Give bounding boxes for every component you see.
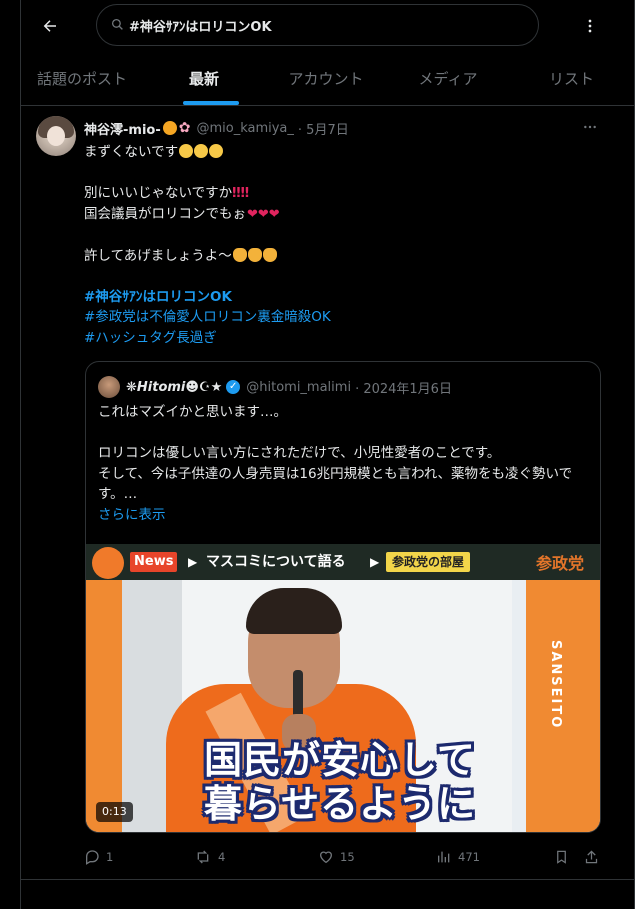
video-duration: 0:13: [96, 802, 133, 822]
reply-count: 1: [106, 850, 114, 864]
quoted-author-name[interactable]: ❋Hitomi☻☪★: [126, 380, 222, 395]
search-tabs: 話題のポスト 最新 アカウント メディア リスト: [21, 52, 634, 106]
tab-media[interactable]: メディア: [387, 52, 509, 105]
like-count: 15: [340, 850, 355, 864]
quoted-line: これはマズイかと思います…。: [98, 404, 287, 420]
views-button[interactable]: 471: [436, 847, 480, 867]
quoted-handle[interactable]: @hitomi_malimi: [246, 380, 351, 395]
bookmark-icon: [557, 850, 566, 864]
tab-latest[interactable]: 最新: [143, 52, 265, 105]
author-name[interactable]: 神谷澪-mio-: [84, 119, 161, 138]
avatar[interactable]: [36, 116, 76, 156]
play-arrow-icon: ▶: [188, 555, 198, 569]
repost-button[interactable]: 4: [194, 847, 225, 867]
relieved-face-icon: [194, 144, 209, 158]
more-horizontal-icon: [584, 125, 596, 129]
news-label: News: [130, 552, 178, 572]
quoted-line: ロリコンは優しい言い方にされただけで、小児性愛者のことです。: [98, 445, 501, 461]
tweet-line-text: 国会議員がロリコンでもぉ: [84, 205, 246, 222]
party-logo: 参政党: [536, 554, 585, 573]
orange-circle-icon: [162, 121, 177, 135]
tweet-date[interactable]: · 5月7日: [298, 119, 349, 138]
arrow-left-icon: [43, 20, 56, 32]
tweet[interactable]: 神谷澪-mio- ✿ @mio_kamiya_ · 5月7日 まずくないです 別…: [21, 106, 634, 879]
show-more-link[interactable]: さらに表示: [98, 507, 166, 523]
quoted-header: ❋Hitomi☻☪★ ✓ @hitomi_malimi · 2024年1月6日: [126, 376, 452, 398]
banner-tag: 参政党の部屋: [386, 552, 471, 572]
banner-title: マスコミについて語る: [206, 554, 346, 570]
tweet-line-text: まずくないです: [84, 144, 179, 160]
tweet-line: まずくないです: [84, 142, 614, 163]
bookmark-button[interactable]: [554, 847, 575, 867]
cherry-blossom-icon: ✿: [178, 120, 191, 136]
relieved-face-icon: [179, 144, 194, 158]
view-count: 471: [458, 850, 480, 864]
tab-accounts[interactable]: アカウント: [265, 52, 387, 105]
more-vertical-icon: [588, 19, 592, 33]
views-chart-icon: [438, 851, 450, 863]
quoted-avatar[interactable]: [98, 376, 120, 398]
window-edge: [0, 0, 20, 909]
quoted-date[interactable]: · 2024年1月6日: [355, 378, 452, 397]
ok-hand-icon: [232, 247, 247, 262]
sign-text: SANSEITO: [548, 640, 563, 730]
heart-icon: ❤❤❤: [247, 206, 280, 222]
hashtag-link[interactable]: #参政党は不倫愛人ロリコン裏金暗殺OK: [84, 309, 331, 325]
repost-icon: [197, 850, 209, 864]
share-button[interactable]: [584, 847, 605, 867]
channel-logo-icon: [92, 547, 124, 579]
tab-lists[interactable]: リスト: [509, 52, 634, 105]
ok-hand-icon: [262, 247, 277, 262]
subtitle-line: 暮らせるように: [203, 782, 477, 826]
author-handle[interactable]: @mio_kamiya_: [196, 121, 293, 136]
quoted-text: これはマズイかと思います…。 ロリコンは優しい言い方にされただけで、小児性愛者の…: [98, 402, 590, 525]
quoted-line: そして、今は子供達の人身売買は16兆円規模とも言われ、薬物をも凌ぐ勢いです。…: [98, 465, 573, 503]
tweet-line-text: 許してあげましょうよ〜: [84, 247, 232, 264]
hashtag-link[interactable]: #ハッシュタグ長過ぎ: [84, 330, 217, 346]
verified-badge-icon: ✓: [226, 380, 241, 394]
tweet-more-button[interactable]: [582, 119, 598, 139]
back-button[interactable]: [33, 9, 67, 43]
video-banner: News ▶ マスコミについて語る ▶ 参政党の部屋 参政党: [86, 544, 600, 580]
repost-count: 4: [218, 850, 226, 864]
more-options-button[interactable]: [576, 12, 604, 40]
like-button[interactable]: 15: [318, 847, 355, 867]
search-box[interactable]: [96, 4, 539, 46]
reply-button[interactable]: 1: [84, 847, 113, 867]
video-scene-left: [86, 580, 122, 832]
heart-outline-icon: [319, 851, 333, 864]
tweet-line: 許してあげましょうよ〜: [84, 246, 614, 267]
avatar-face: [47, 126, 65, 146]
video-player[interactable]: News ▶ マスコミについて語る ▶ 参政党の部屋 参政党 SANSEITO …: [86, 544, 600, 832]
active-tab-indicator: [183, 101, 239, 105]
search-input[interactable]: [129, 14, 529, 36]
reply-icon: [86, 850, 99, 865]
subtitle-line: 国民が安心して: [204, 738, 476, 782]
tweet-text: まずくないです 別にいいじゃないですか‼‼ 国会議員がロリコンでもぉ❤❤❤ 許し…: [84, 142, 614, 348]
hashtag-link[interactable]: #神谷ｻｱﾝはロリコンOK: [84, 289, 232, 305]
relieved-face-icon: [209, 144, 224, 158]
tweet-actions: 1 4 15 471: [84, 847, 604, 867]
share-icon: [585, 850, 598, 864]
tweet-header: 神谷澪-mio- ✿ @mio_kamiya_ · 5月7日: [84, 118, 349, 138]
tweet-line: 別にいいじゃないですか‼‼: [84, 183, 614, 204]
play-arrow-icon: ▶: [370, 555, 380, 569]
tweet-line: 国会議員がロリコンでもぉ❤❤❤: [84, 204, 614, 226]
search-icon: [111, 18, 123, 30]
tweet-line-text: 別にいいじゃないですか: [84, 185, 233, 201]
quoted-tweet[interactable]: ❋Hitomi☻☪★ ✓ @hitomi_malimi · 2024年1月6日 …: [85, 361, 601, 833]
video-scene-sign: SANSEITO: [526, 580, 600, 832]
tab-top[interactable]: 話題のポスト: [21, 52, 143, 105]
tweet-divider: [21, 879, 634, 880]
video-subtitle: 国民が安心して 暮らせるように: [190, 738, 490, 826]
double-exclamation-icon: ‼‼: [232, 185, 250, 201]
ok-hand-icon: [247, 247, 262, 262]
top-bar: [21, 0, 634, 52]
